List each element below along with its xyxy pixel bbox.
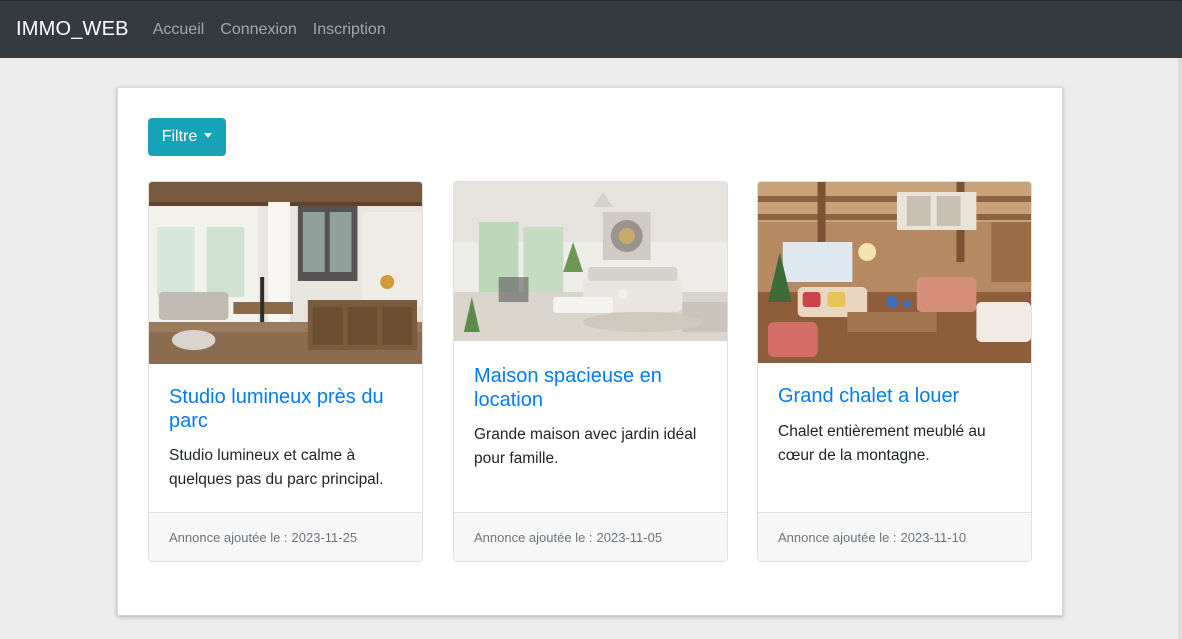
listing-date-label: Annonce ajoutée le : (474, 529, 593, 545)
listing-title-maison[interactable]: Maison spacieuse en location (474, 364, 709, 412)
caret-down-icon (204, 132, 213, 138)
listing-card-chalet: Grand chalet a louer Chalet entièrement … (757, 181, 1032, 562)
listing-image-maison[interactable] (454, 182, 727, 341)
listing-date-studio: 2023-11-25 (291, 529, 358, 545)
top-navbar: IMMO_WEB Accueil Connexion Inscription (0, 0, 1182, 58)
nav-link-accueil[interactable]: Accueil (153, 21, 205, 39)
listings-panel: Filtre Studio lumineux près du parc Stud… (117, 87, 1063, 616)
listing-date-maison: 2023-11-05 (596, 529, 663, 545)
listing-description-maison: Grande maison avec jardin idéal pour fam… (474, 426, 697, 467)
listing-date-chalet: 2023-11-10 (900, 529, 967, 545)
listing-footer-chalet: Annonce ajoutée le : 2023-11-10 (758, 512, 1031, 561)
listing-card-studio: Studio lumineux près du parc Studio lumi… (148, 181, 423, 562)
listing-footer-studio: Annonce ajoutée le : 2023-11-25 (149, 512, 422, 561)
listing-date-label: Annonce ajoutée le : (169, 529, 288, 545)
listing-card-maison: Maison spacieuse en location Grande mais… (453, 181, 728, 562)
filter-dropdown-button[interactable]: Filtre (148, 118, 226, 156)
listing-description-studio: Studio lumineux et calme à quelques pas … (169, 447, 384, 488)
nav-link-connexion[interactable]: Connexion (220, 21, 297, 39)
page-scrollbar[interactable] (1178, 58, 1182, 639)
listing-title-chalet[interactable]: Grand chalet a louer (778, 384, 1013, 408)
nav-link-inscription[interactable]: Inscription (313, 21, 386, 39)
filter-button-label: Filtre (161, 128, 198, 145)
listing-date-label: Annonce ajoutée le : (778, 529, 897, 545)
brand-logo[interactable]: IMMO_WEB (16, 18, 129, 41)
listing-title-studio[interactable]: Studio lumineux près du parc (169, 385, 404, 433)
listing-footer-maison: Annonce ajoutée le : 2023-11-05 (454, 512, 727, 561)
listing-image-chalet[interactable] (758, 182, 1031, 363)
listing-image-studio[interactable] (149, 182, 422, 364)
listing-description-chalet: Chalet entièrement meublé au cœur de la … (778, 423, 986, 464)
